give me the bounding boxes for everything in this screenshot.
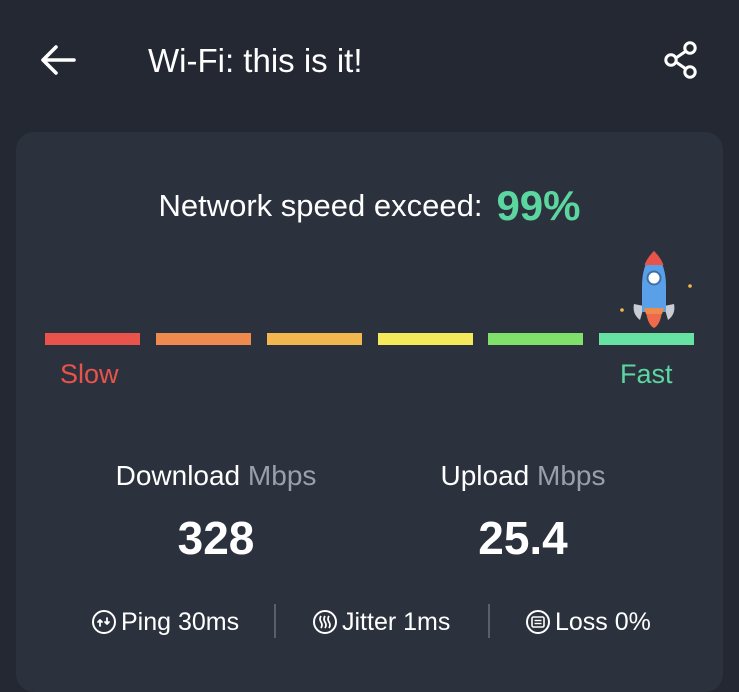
share-button[interactable] [662, 40, 702, 80]
jitter-stat: Jitter 1ms [312, 604, 450, 640]
stats-row: Ping 30ms Jitter 1ms Loss 0% [16, 604, 723, 640]
ping-text: Ping 30ms [121, 607, 240, 636]
back-button[interactable] [36, 40, 80, 80]
slow-label: Slow [60, 359, 119, 389]
app-header: Wi-Fi: this is it! [0, 0, 739, 118]
loss-stat: Loss 0% [525, 604, 651, 640]
download-unit: Mbps [247, 460, 317, 491]
speed-exceed-row: Network speed exceed: 99% [16, 182, 723, 230]
fast-label: Fast [620, 359, 673, 389]
upload-unit: Mbps [537, 460, 606, 491]
scale-segment [267, 333, 362, 345]
speed-exceed-label: Network speed exceed: [158, 188, 483, 223]
share-icon [664, 41, 697, 79]
loss-icon [526, 610, 550, 634]
scale-segment [156, 333, 251, 345]
page-title: Wi-Fi: this is it! [148, 42, 363, 79]
jitter-text: Jitter 1ms [342, 607, 451, 636]
ping-icon [92, 610, 116, 634]
scale-segment [488, 333, 583, 345]
speed-exceed-value: 99% [496, 182, 581, 229]
stats-divider [488, 604, 490, 638]
scale-segment [45, 333, 140, 345]
upload-label: Upload Mbps [398, 458, 648, 494]
speed-result-card: Network speed exceed: 99% Slow Fast Downl… [16, 132, 723, 692]
upload-label-text: Upload [440, 460, 530, 491]
download-value: 328 [177, 512, 255, 564]
loss-text: Loss 0% [555, 607, 651, 636]
upload-value: 25.4 [478, 512, 568, 564]
stats-divider [274, 604, 276, 638]
download-label-text: Download [115, 460, 241, 491]
scale-segment [378, 333, 473, 345]
ping-stat: Ping 30ms [91, 604, 239, 640]
back-arrow-icon [41, 45, 76, 75]
jitter-icon [313, 610, 337, 634]
rocket-icon [620, 251, 692, 328]
download-label: Download Mbps [86, 458, 346, 494]
scale-segment [599, 333, 694, 345]
